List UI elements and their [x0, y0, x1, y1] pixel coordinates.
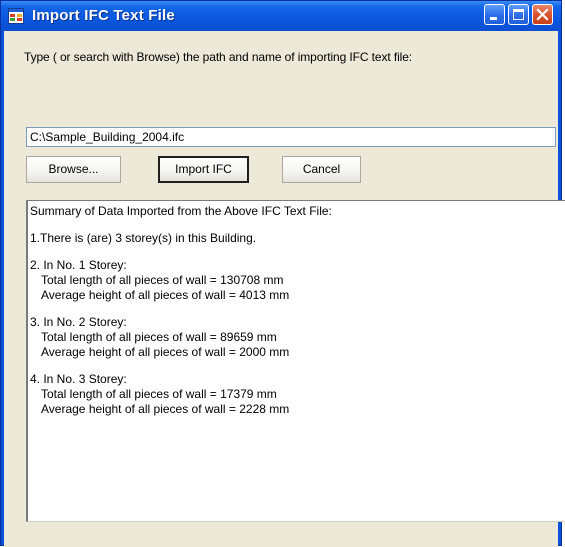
wall-height-line: Average height of all pieces of wall = 2… [41, 402, 290, 416]
maximize-button[interactable] [508, 4, 529, 25]
maximize-icon [513, 9, 524, 20]
wall-height-line: Average height of all pieces of wall = 2… [41, 345, 290, 359]
minimize-icon [490, 17, 497, 20]
storey-header: 3. In No. 2 Storey: [30, 315, 127, 329]
import-ifc-button[interactable]: Import IFC [158, 156, 249, 183]
browse-button[interactable]: Browse... [26, 156, 121, 183]
minimize-button[interactable] [484, 4, 505, 25]
storey-count-line: 1.There is (are) 3 storey(s) in this Bui… [30, 231, 257, 245]
storey-header: 4. In No. 3 Storey: [30, 372, 127, 386]
close-icon [536, 8, 549, 21]
app-form-icon [8, 8, 24, 24]
title-bar[interactable]: Import IFC Text File [1, 1, 561, 31]
import-summary-textbox[interactable]: Summary of Data Imported from the Above … [26, 200, 565, 522]
ifc-path-input[interactable] [26, 127, 556, 147]
wall-length-line: Total length of all pieces of wall = 173… [41, 387, 277, 401]
instruction-label: Type ( or search with Browse) the path a… [24, 50, 413, 64]
wall-length-line: Total length of all pieces of wall = 130… [41, 273, 284, 287]
cancel-button[interactable]: Cancel [282, 156, 361, 183]
window-title: Import IFC Text File [32, 7, 175, 24]
close-button[interactable] [532, 4, 553, 25]
summary-heading: Summary of Data Imported from the Above … [30, 204, 332, 218]
storey-header: 2. In No. 1 Storey: [30, 258, 127, 272]
wall-height-line: Average height of all pieces of wall = 4… [41, 288, 290, 302]
wall-length-line: Total length of all pieces of wall = 896… [41, 330, 277, 344]
